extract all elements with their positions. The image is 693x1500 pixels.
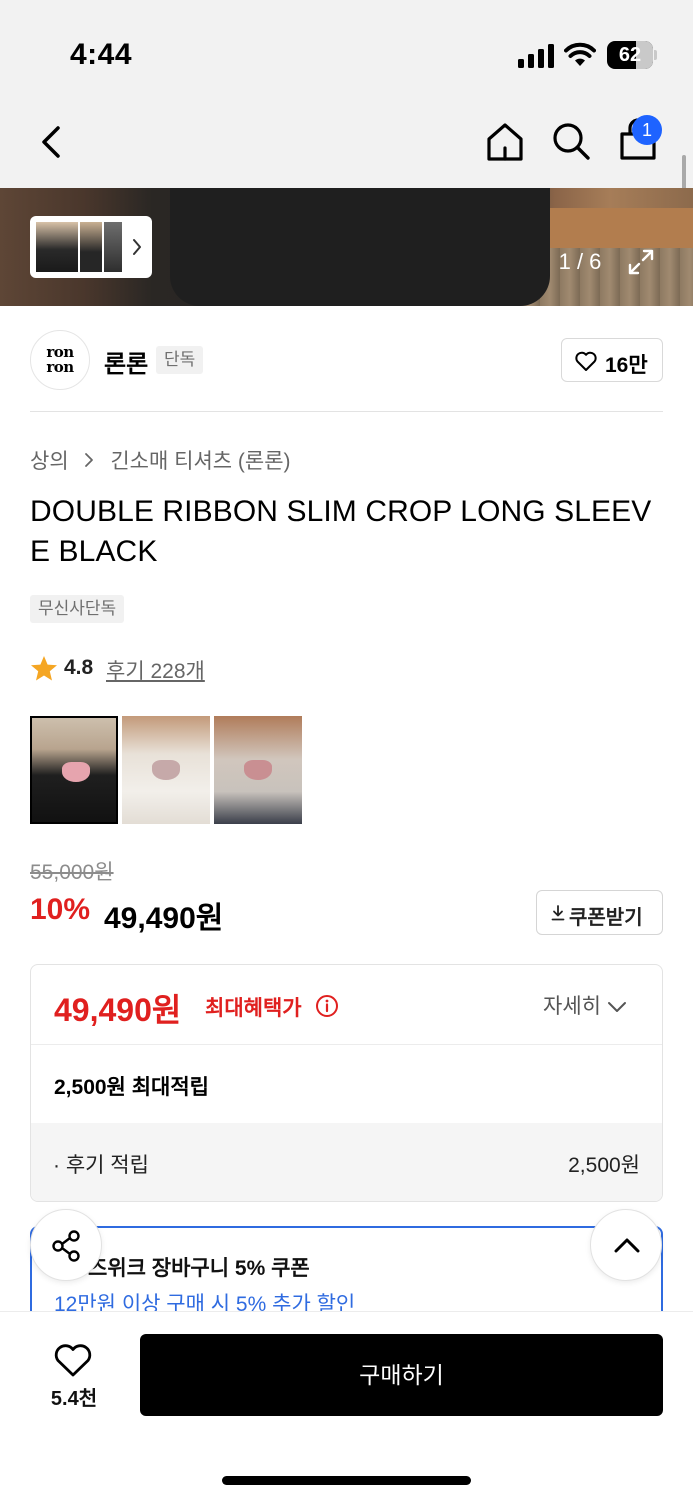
review-earn-row: · 후기 적립 2,500원 (31, 1123, 662, 1201)
sale-price: 49,490원 (104, 902, 224, 935)
hero-model-image (170, 188, 550, 306)
color-option-black[interactable] (30, 716, 118, 824)
max-benefit-label: 최대혜택가 (205, 997, 302, 1020)
star-icon (31, 656, 57, 681)
back-icon[interactable] (36, 120, 70, 164)
battery-percent: 62 (618, 44, 642, 66)
brand-row: ron ron 론론 단독 16만 (0, 312, 693, 412)
color-option-white[interactable] (122, 716, 210, 824)
wish-count: 5.4천 (50, 1388, 98, 1410)
share-button[interactable] (30, 1209, 102, 1281)
buy-button[interactable]: 구매하기 (140, 1334, 663, 1416)
battery-icon: 62 (607, 41, 657, 69)
review-earn-label: · 후기 적립 (53, 1154, 149, 1177)
review-earn-value: 2,500원 (568, 1154, 640, 1177)
exclusive-tag: 무신사단독 (30, 595, 125, 623)
bottom-action-bar: 5.4천 구매하기 (0, 1311, 693, 1500)
home-icon[interactable] (484, 120, 526, 164)
brand-name[interactable]: 론론 (104, 344, 148, 379)
share-icon (52, 1230, 80, 1262)
nav-bar (0, 100, 693, 188)
breadcrumb-subcategory[interactable]: 긴소매 티셔츠 (론론) (110, 450, 290, 473)
chevron-down-icon (607, 1002, 626, 1013)
benefit-summary[interactable]: 49,490원 최대혜택가 자세히 (31, 965, 662, 1045)
cart-badge: 1 (632, 115, 662, 145)
detail-toggle-label: 자세히 (543, 995, 601, 1018)
search-icon[interactable] (550, 120, 592, 162)
chevron-right-icon (85, 453, 94, 467)
detail-toggle[interactable]: 자세히 (543, 990, 627, 1020)
divider (30, 411, 663, 412)
max-earn-text: 2,500원 최대적립 (54, 1076, 209, 1099)
download-icon (551, 905, 565, 921)
heart-icon (575, 351, 597, 371)
info-icon[interactable] (315, 994, 339, 1018)
review-count-link[interactable]: 후기 228개 (106, 655, 205, 685)
brand-like-button[interactable]: 16만 (561, 338, 663, 382)
product-image-gallery[interactable]: 1 / 6 (0, 188, 693, 306)
brand-logo[interactable]: ron ron (30, 330, 90, 390)
status-bar: 4:44 62 (0, 0, 693, 100)
coupon-button-label: 쿠폰받기 (569, 907, 643, 929)
status-time: 4:44 (70, 38, 133, 71)
heart-icon[interactable] (53, 1342, 93, 1378)
benefit-box: 49,490원 최대혜택가 자세히 2,500원 최대적립 · 후기 적립 2,… (30, 964, 663, 1202)
scroll-top-button[interactable] (590, 1209, 662, 1281)
original-price: 55,000원 (30, 861, 114, 884)
gallery-thumbnail[interactable] (80, 222, 102, 272)
gallery-counter: 1 / 6 (558, 249, 602, 274)
rating-value: 4.8 (64, 656, 94, 679)
brand-logo-text: ron (46, 358, 74, 376)
breadcrumb-category[interactable]: 상의 (30, 450, 69, 473)
coupon-download-button[interactable]: 쿠폰받기 (536, 890, 663, 935)
chevron-up-icon (614, 1238, 640, 1253)
gallery-thumbnail[interactable] (36, 222, 78, 272)
promo-title: 즈위크 장바구니 5% 쿠폰 (88, 1257, 310, 1280)
color-option-grey[interactable] (214, 716, 302, 824)
max-earn-row: 2,500원 최대적립 (31, 1045, 662, 1123)
max-benefit-price: 49,490원 (54, 992, 182, 1028)
cellular-signal-icon (518, 44, 554, 68)
chevron-right-icon[interactable] (130, 236, 144, 258)
product-title: DOUBLE RIBBON SLIM CROP LONG SLEEVE BLAC… (30, 495, 652, 568)
brand-like-count: 16만 (605, 354, 648, 377)
home-indicator[interactable] (222, 1476, 471, 1485)
discount-rate: 10% (30, 893, 91, 926)
gallery-thumbnail[interactable] (104, 222, 122, 272)
brand-exclusive-badge: 단독 (156, 346, 204, 374)
wifi-icon (564, 42, 596, 66)
gallery-thumbnail-strip[interactable] (30, 216, 152, 278)
expand-icon[interactable] (622, 244, 660, 280)
breadcrumb: 상의 긴소매 티셔츠 (론론) (30, 445, 291, 475)
